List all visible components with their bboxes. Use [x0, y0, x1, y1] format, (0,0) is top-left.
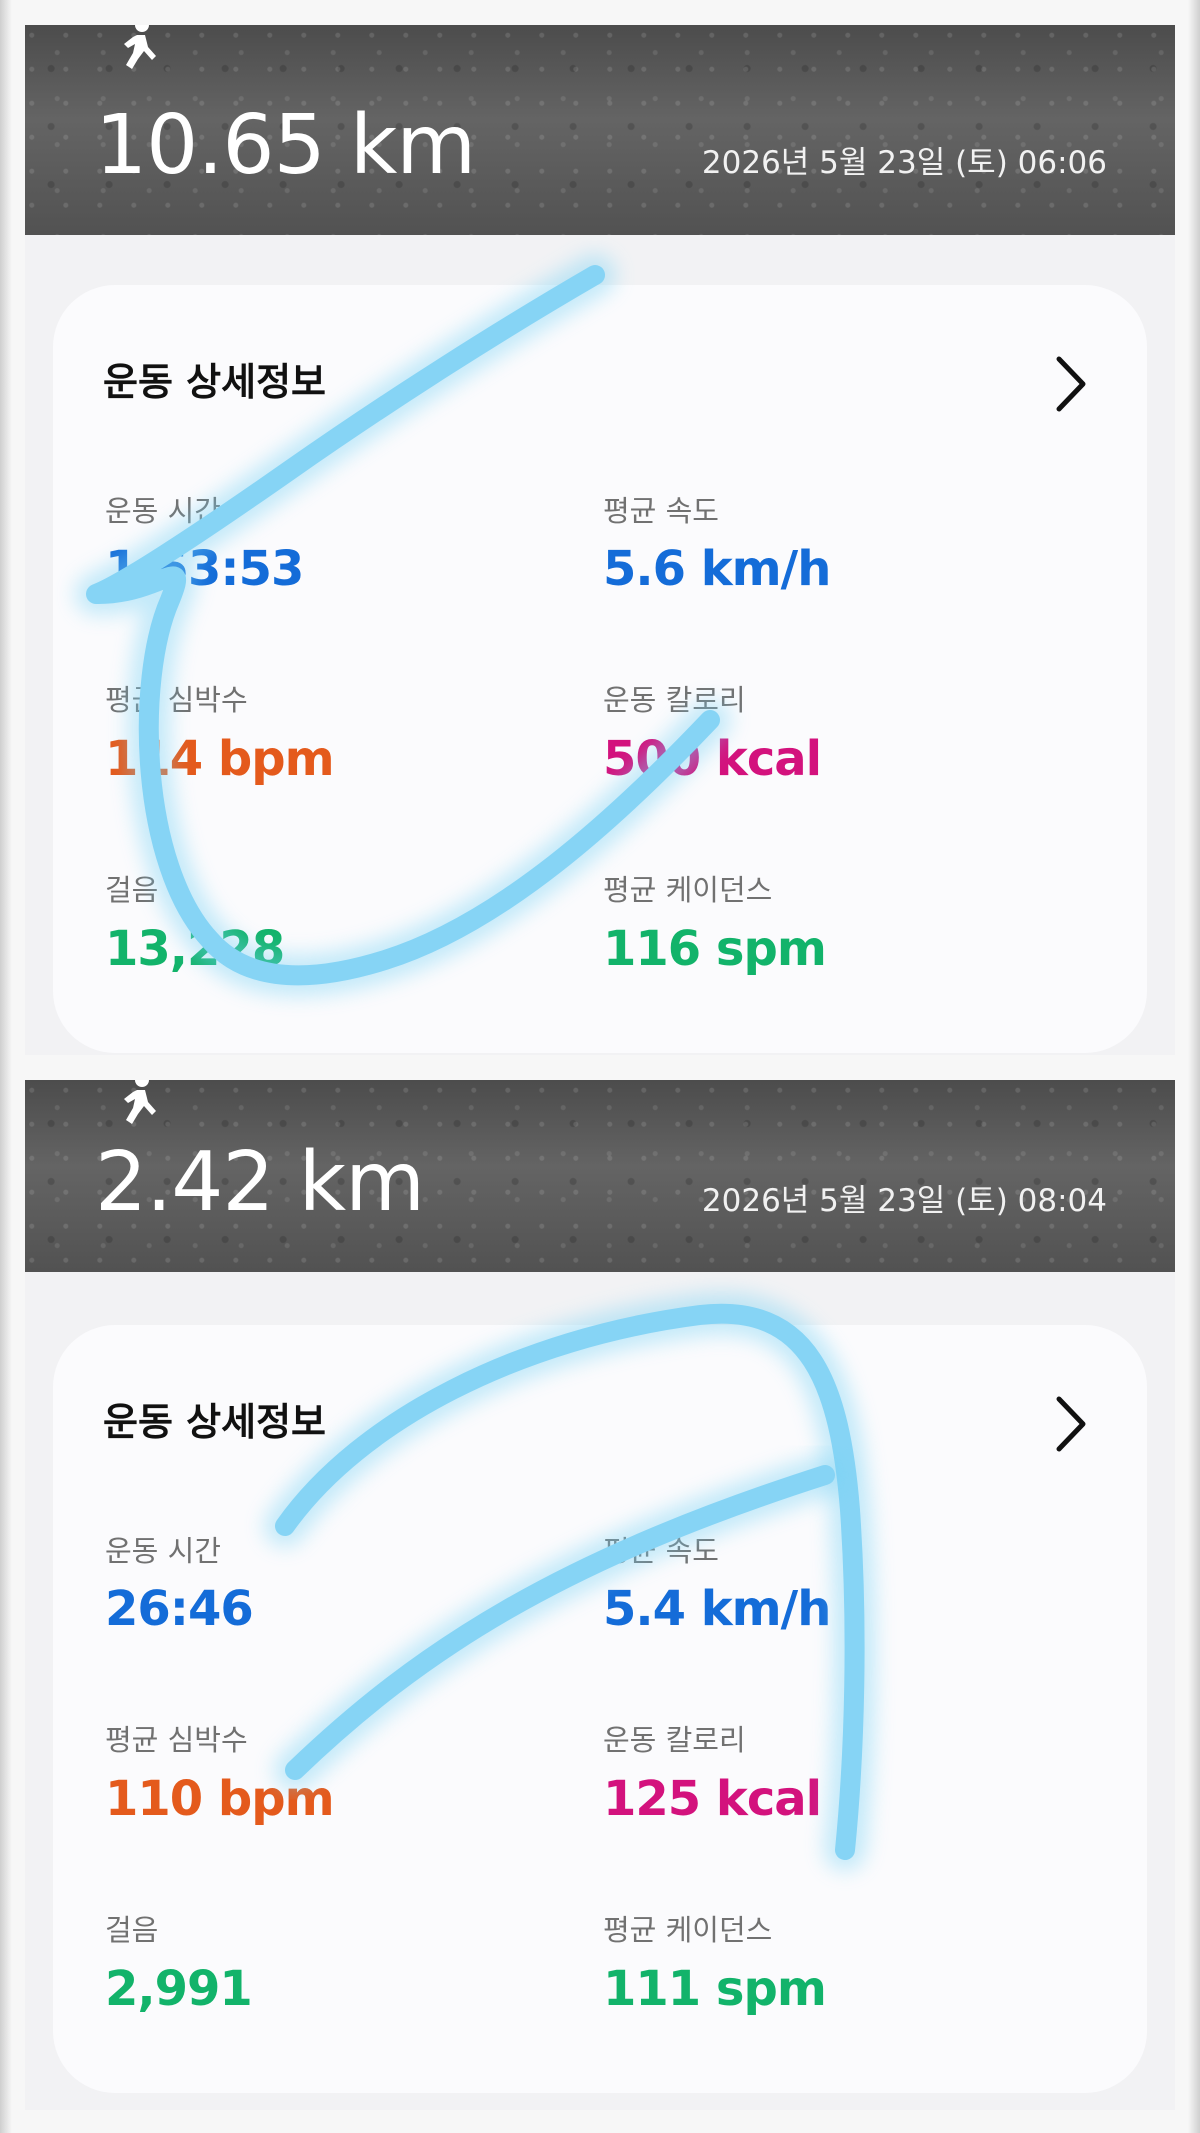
distance-value: 2.42 km: [95, 1135, 425, 1230]
exercise-time-label: 운동 시간: [105, 494, 221, 528]
exercise-time-value: 1:53:53: [105, 541, 304, 597]
steps-label: 걸음: [105, 873, 159, 907]
average-cadence-label: 평균 케이던스: [603, 873, 773, 907]
average-speed-label: 평균 속도: [603, 1534, 719, 1568]
steps-value: 2,991: [105, 1961, 253, 2017]
average-heart-rate-label: 평균 심박수: [105, 1723, 248, 1757]
average-heart-rate-label: 평균 심박수: [105, 683, 248, 717]
distance-value: 10.65 km: [95, 98, 476, 193]
chevron-right-icon[interactable]: [1055, 355, 1089, 413]
workout-datetime: 2026년 5월 23일 (토) 06:06: [701, 145, 1107, 181]
steps-value: 13,228: [105, 921, 285, 977]
exercise-calories-value: 500 kcal: [603, 731, 822, 787]
workout-details-card[interactable]: 운동 상세정보 운동 시간 26:46 평균 속도 5.4 km/h 평균 심박…: [53, 1325, 1147, 2093]
average-heart-rate-value: 114 bpm: [105, 731, 335, 787]
average-cadence-label: 평균 케이던스: [603, 1913, 773, 1947]
average-speed-label: 평균 속도: [603, 494, 719, 528]
average-speed-value: 5.6 km/h: [603, 541, 831, 597]
workout-header-photo: 10.65 km 2026년 5월 23일 (토) 06:06: [25, 25, 1175, 235]
exercise-time-label: 운동 시간: [105, 1534, 221, 1568]
card-title: 운동 상세정보: [103, 1400, 326, 1444]
steps-label: 걸음: [105, 1913, 159, 1947]
workout-summary-1: 10.65 km 2026년 5월 23일 (토) 06:06 운동 상세정보 …: [25, 25, 1175, 1055]
running-person-icon: [124, 1080, 156, 1124]
workout-details-card[interactable]: 운동 상세정보 운동 시간 1:53:53 평균 속도 5.6 km/h 평균 …: [53, 285, 1147, 1053]
workout-datetime: 2026년 5월 23일 (토) 08:04: [701, 1183, 1107, 1219]
workout-summary-2: 2.42 km 2026년 5월 23일 (토) 08:04 운동 상세정보 운…: [25, 1080, 1175, 2110]
average-heart-rate-value: 110 bpm: [105, 1771, 335, 1827]
exercise-calories-label: 운동 칼로리: [603, 1723, 746, 1757]
card-title: 운동 상세정보: [103, 360, 326, 404]
exercise-calories-value: 125 kcal: [603, 1771, 822, 1827]
running-person-icon: [124, 25, 156, 69]
average-speed-value: 5.4 km/h: [603, 1581, 831, 1637]
exercise-time-value: 26:46: [105, 1581, 254, 1637]
workout-header-photo: 2.42 km 2026년 5월 23일 (토) 08:04: [25, 1080, 1175, 1272]
average-cadence-value: 116 spm: [603, 921, 827, 977]
exercise-calories-label: 운동 칼로리: [603, 683, 746, 717]
average-cadence-value: 111 spm: [603, 1961, 827, 2017]
chevron-right-icon[interactable]: [1055, 1395, 1089, 1453]
